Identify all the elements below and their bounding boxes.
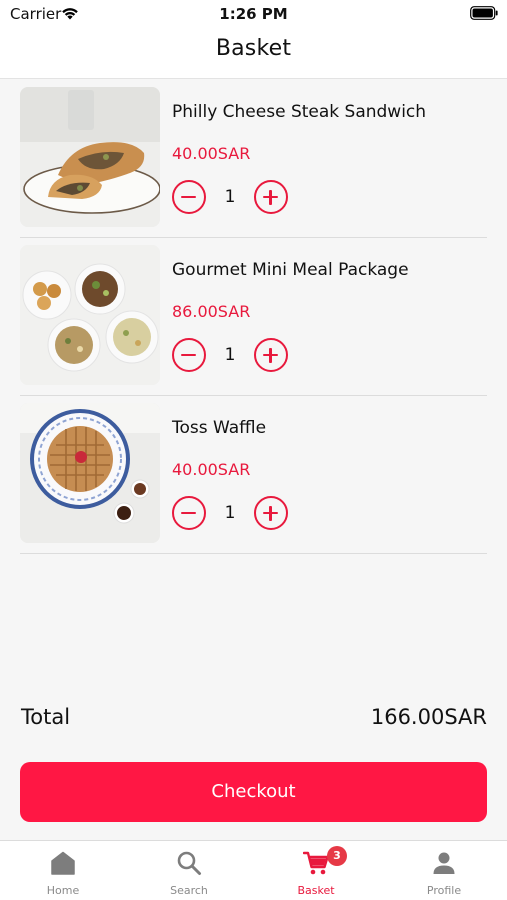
navigation-bar: Basket [0,28,507,79]
item-name: Philly Cheese Steak Sandwich [172,102,427,122]
battery-icon [470,6,498,20]
increase-quantity-button[interactable] [254,338,288,372]
item-price: 40.00SAR [172,460,251,479]
basket-item: Gourmet Mini Meal Package 86.00SAR 1 [20,238,487,396]
increase-quantity-button[interactable] [254,180,288,214]
quantity-value: 1 [224,345,236,365]
item-name: Gourmet Mini Meal Package [172,260,409,280]
cart-icon [303,851,329,875]
item-name: Toss Waffle [172,418,267,438]
quantity-stepper: 1 [172,338,302,372]
status-bar: Carrier 1:26 PM [0,0,507,28]
clock: 1:26 PM [219,5,288,23]
decrease-quantity-button[interactable] [172,180,206,214]
tab-label: Search [170,884,208,897]
basket-list: Philly Cheese Steak Sandwich 40.00SAR 1 [20,80,487,554]
tab-label: Home [46,884,80,897]
basket-item: Philly Cheese Steak Sandwich 40.00SAR 1 [20,80,487,238]
search-icon [177,851,201,875]
tab-profile[interactable]: Profile [381,841,507,900]
decrease-quantity-button[interactable] [172,338,206,372]
item-price: 86.00SAR [172,302,251,321]
tab-bar: Home Search 3 Basket Profile [0,840,507,900]
tab-label: Basket [297,884,335,897]
quantity-stepper: 1 [172,180,302,214]
total-value: 166.00SAR [370,705,487,729]
basket-item: Toss Waffle 40.00SAR 1 [20,396,487,554]
quantity-value: 1 [224,187,236,207]
tab-search[interactable]: Search [126,841,252,900]
waffle-image [20,403,160,543]
decrease-quantity-button[interactable] [172,496,206,530]
page-title: Basket [215,36,292,61]
cart-count-badge: 3 [327,846,347,866]
home-icon [51,851,75,875]
profile-icon [433,852,455,874]
tab-home[interactable]: Home [0,841,126,900]
item-price: 40.00SAR [172,144,251,163]
total-label: Total [21,705,71,729]
basket-screen: Carrier 1:26 PM Basket Philly Cheese Ste… [0,0,507,900]
sandwich-image [20,87,160,227]
checkout-button[interactable]: Checkout [20,762,487,822]
quantity-stepper: 1 [172,496,302,530]
increase-quantity-button[interactable] [254,496,288,530]
meal-bowls-image [20,245,160,385]
tab-label: Profile [426,884,462,897]
tab-basket[interactable]: 3 Basket [253,841,379,900]
quantity-value: 1 [224,503,236,523]
